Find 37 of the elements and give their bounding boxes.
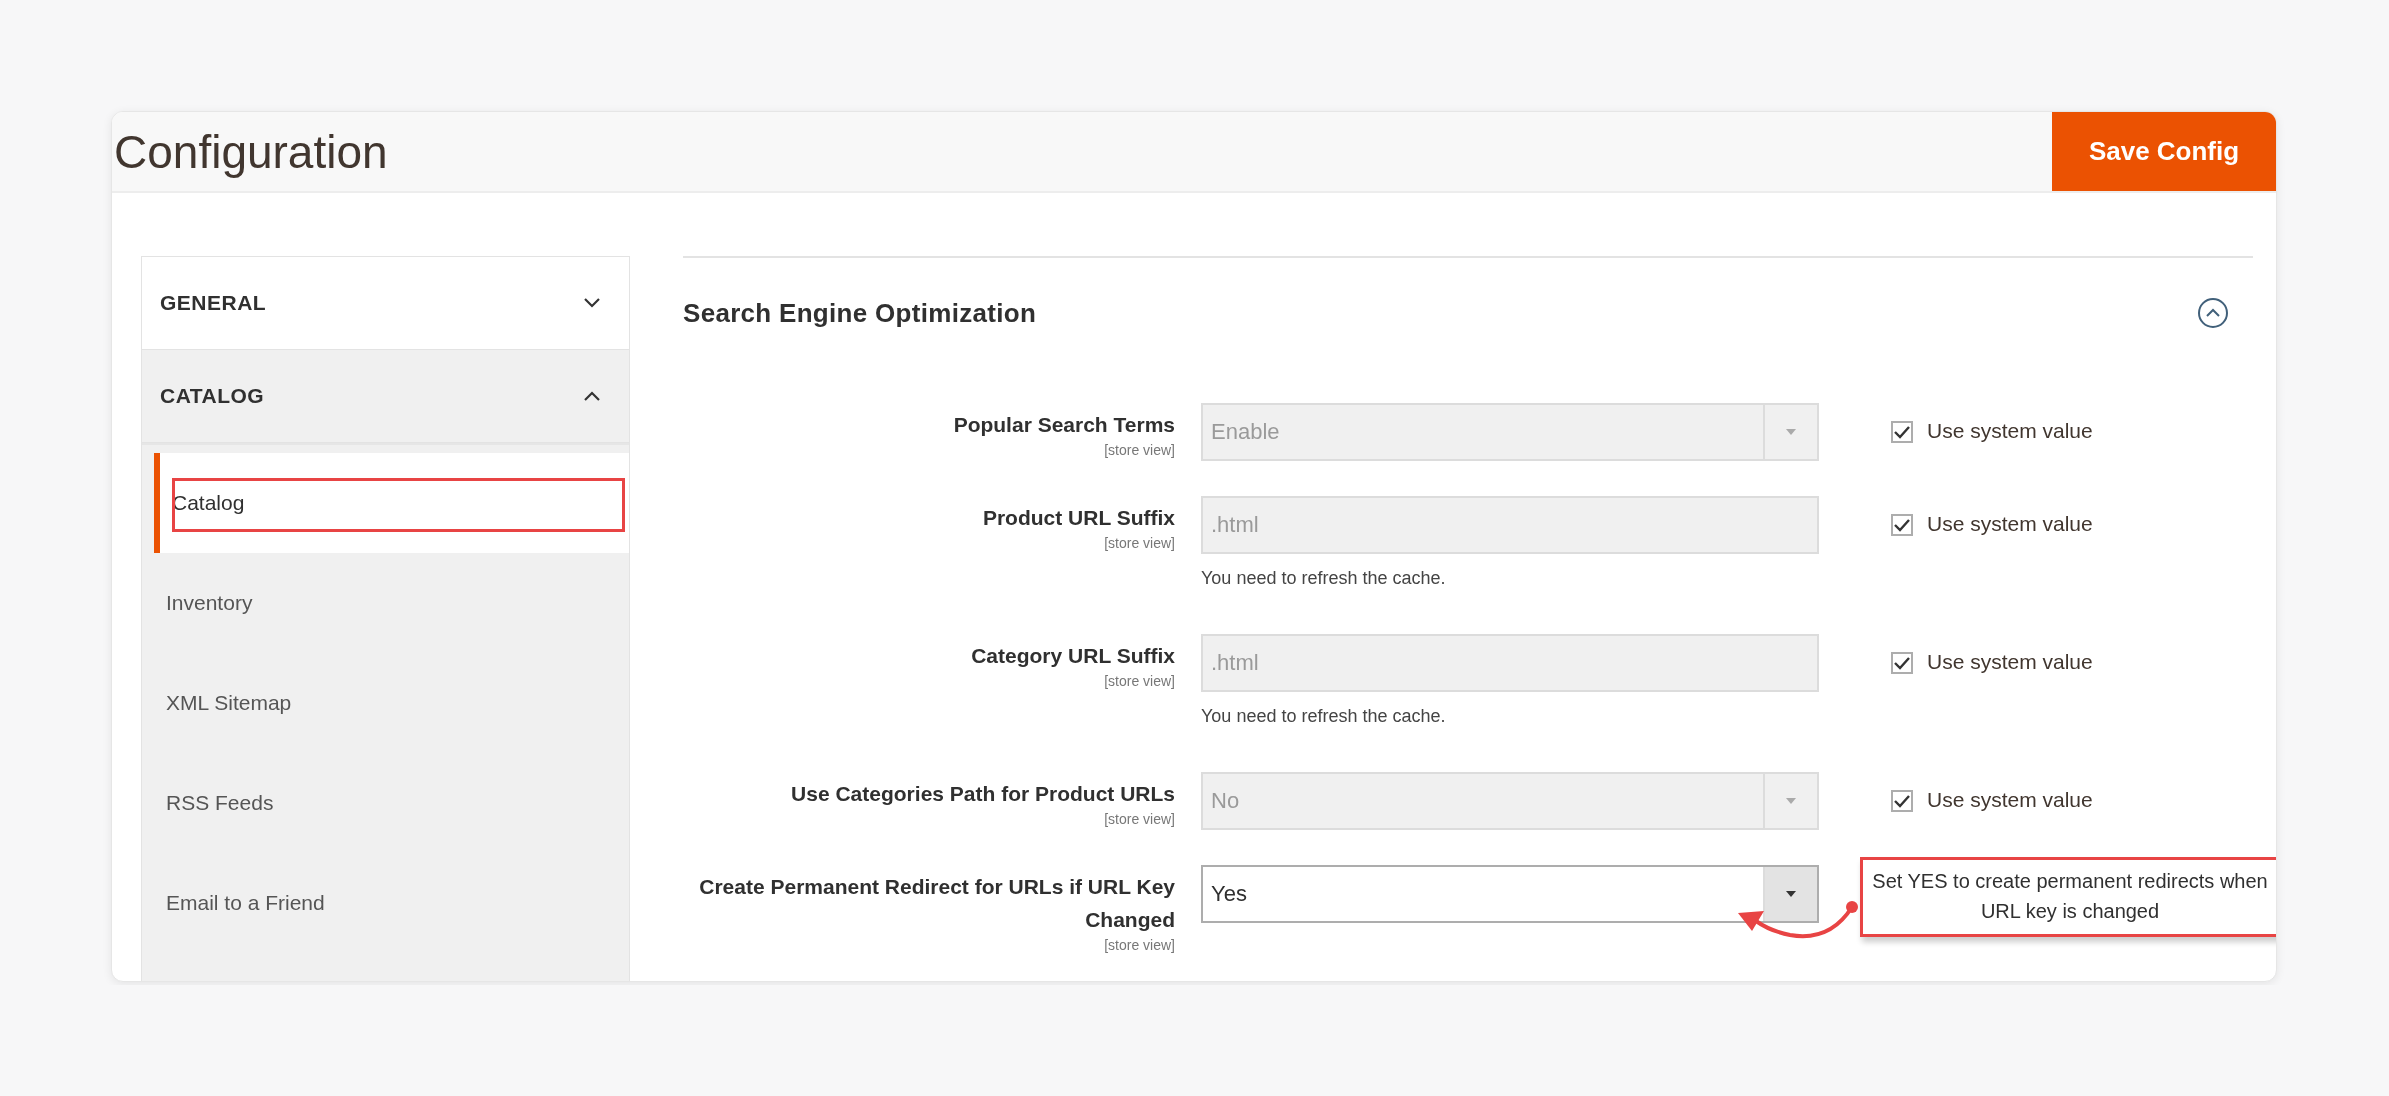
scope-label: [store view] — [1103, 936, 1175, 954]
sidebar-item[interactable]: Catalog — [154, 453, 629, 553]
caret-icon — [1785, 890, 1797, 898]
checkmark-icon — [1893, 425, 1911, 439]
checkbox-label: Use system value — [1927, 419, 2093, 443]
field-label: Create Permanent Redirect for URLs if URL Key Changed — [698, 874, 1175, 933]
checkmark-icon — [1893, 794, 1911, 808]
checkbox-label: Use system value — [1927, 788, 2093, 812]
collapse-icon[interactable] — [2197, 297, 2229, 329]
field-label: Product URL Suffix — [981, 505, 1175, 531]
scope-label: [store view] — [1103, 534, 1175, 552]
section-title: Search Engine Optimization — [683, 297, 1037, 329]
checkmark-icon — [1893, 656, 1911, 670]
field-label: Category URL Suffix — [970, 643, 1175, 669]
sidebar-item[interactable]: RSS Feeds — [142, 753, 629, 853]
caret-icon — [1785, 428, 1797, 436]
sidebar-item[interactable]: XML Sitemap — [142, 653, 629, 753]
chevron-up-icon — [583, 390, 601, 402]
scope-label: [store view] — [1103, 441, 1175, 459]
field-note: You need to refresh the cache. — [1201, 568, 1447, 589]
field-label: Popular Search Terms — [952, 412, 1175, 438]
sidebar-item[interactable]: Inventory — [142, 553, 629, 653]
field-note: You need to refresh the cache. — [1201, 706, 1447, 727]
sidebar-group[interactable]: GENERAL — [142, 257, 629, 350]
sidebar-item[interactable]: Email to a Friend — [142, 853, 629, 953]
page-title: Configuration — [114, 124, 388, 179]
checkbox-label: Use system value — [1927, 650, 2093, 674]
scope-label: [store view] — [1103, 810, 1175, 828]
dropdown-field[interactable]: Yes — [1201, 865, 1819, 923]
chevron-down-icon — [583, 297, 601, 309]
scope-label: [store view] — [1103, 672, 1175, 690]
checkmark-icon — [1893, 518, 1911, 532]
save-config-button[interactable]: Save Config — [2052, 112, 2276, 191]
field-label: Use Categories Path for Product URLs — [790, 781, 1175, 807]
caret-icon — [1785, 797, 1797, 805]
checkbox-label: Use system value — [1927, 512, 2093, 536]
callout-note: Set YES to create permanent redirects when URL key is changed — [1860, 857, 2276, 937]
